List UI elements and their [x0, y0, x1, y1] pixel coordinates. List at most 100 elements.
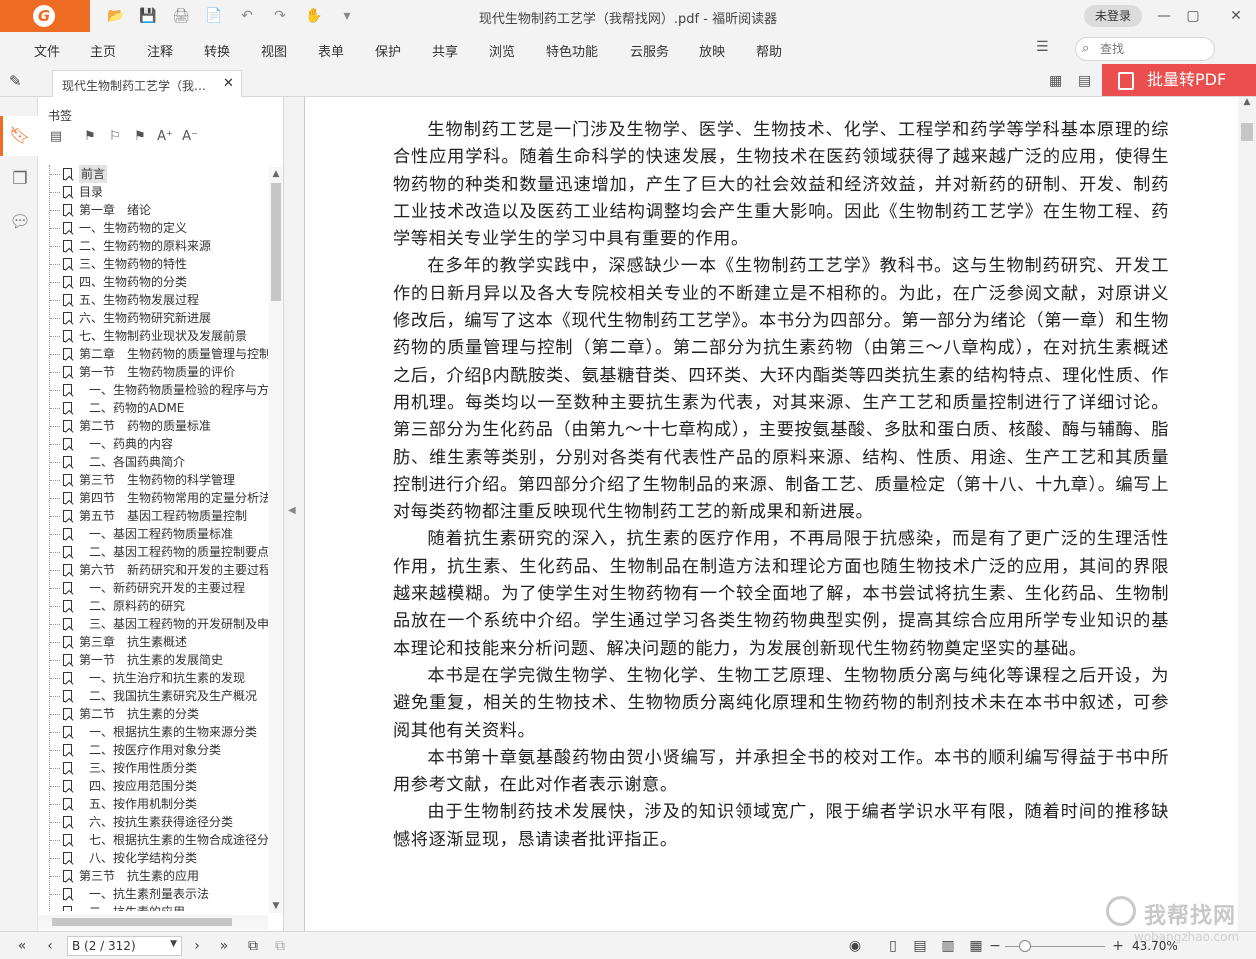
prev-page-icon[interactable]: ‹: [40, 936, 60, 956]
status-bar: « ‹ ▼ › » ⧉ ⧉ ◉ ▯ ▤ ▥ ▦ − + 43.70%: [0, 931, 1256, 959]
menu-view[interactable]: 视图: [261, 41, 287, 60]
next-page-icon[interactable]: ›: [187, 936, 207, 956]
search-input[interactable]: [1100, 41, 1206, 57]
collapse-panel-icon[interactable]: ◀: [288, 505, 296, 516]
menu-file[interactable]: 文件: [34, 41, 60, 60]
bookmark-add-child-icon[interactable]: ⚐: [106, 128, 124, 146]
tree-connector: [50, 192, 60, 193]
minimize-icon[interactable]: —: [1151, 4, 1177, 28]
tree-connector: [50, 264, 60, 265]
bookmark-label: 第三节 生物药物的科学管理: [79, 473, 236, 487]
first-page-icon[interactable]: «: [12, 936, 32, 956]
tree-connector: [50, 696, 60, 697]
menu-share[interactable]: 共享: [432, 41, 458, 60]
menu-home[interactable]: 主页: [90, 41, 116, 60]
zoom-out-icon[interactable]: −: [985, 936, 1005, 956]
bookmark-icon: [63, 384, 72, 396]
menu-form[interactable]: 表单: [318, 41, 344, 60]
bookmark-label: 五、生物药物发展过程: [79, 293, 200, 307]
increase-font-icon[interactable]: A⁺: [156, 128, 174, 146]
bookmark-scroll-thumb[interactable]: [271, 183, 281, 301]
tree-connector: [50, 624, 60, 625]
bookmark-options-icon[interactable]: ▤: [47, 128, 65, 146]
page-selector[interactable]: ▼: [67, 936, 182, 956]
next-view-icon[interactable]: ⧉: [270, 936, 290, 956]
continuous-page-icon[interactable]: ▤: [910, 936, 930, 956]
menu-browse[interactable]: 浏览: [489, 41, 515, 60]
bookmark-icon: [63, 456, 72, 468]
menu-features[interactable]: 特色功能: [546, 41, 598, 60]
document-paragraph: 由于生物制药技术发展快，涉及的知识领域宽广，限于编者学识水平有限，随着时间的推移…: [393, 802, 1169, 850]
undo-icon[interactable]: ↶: [237, 6, 257, 26]
menu-comment[interactable]: 注释: [147, 41, 173, 60]
open-icon[interactable]: 📂: [106, 6, 126, 26]
delete-bookmark-icon[interactable]: ⚑: [131, 128, 149, 146]
bookmark-label: 二、药物的ADME: [89, 401, 185, 415]
find-options-icon[interactable]: ☰: [1036, 39, 1049, 55]
bookmark-icon: [63, 690, 72, 702]
page-number-input[interactable]: [72, 938, 166, 954]
scroll-up-icon[interactable]: ▲: [269, 167, 283, 181]
zoom-slider-knob[interactable]: [1019, 940, 1031, 952]
menu-protect[interactable]: 保护: [375, 41, 401, 60]
comments-panel-icon[interactable]: 💬︎: [8, 210, 32, 234]
hand-tool-icon[interactable]: ✋: [304, 6, 324, 26]
redo-icon[interactable]: ↷: [270, 6, 290, 26]
menu-slideshow[interactable]: 放映: [699, 41, 725, 60]
document-viewer[interactable]: 生物制药工艺是一门涉及生物学、医学、生物技术、化学、工程学和药学等学科基本原理的…: [304, 97, 1238, 931]
bookmark-hscroll-thumb[interactable]: [52, 918, 232, 926]
panel-splitter[interactable]: ◀: [284, 97, 304, 931]
reflow-icon[interactable]: ▤: [1078, 73, 1091, 89]
close-window-icon[interactable]: ✕: [1223, 4, 1249, 28]
left-rail: 🔖︎ ❐ 💬︎: [0, 97, 38, 931]
menu-cloud[interactable]: 云服务: [630, 41, 669, 60]
bookmark-label: 第六节 新药研究和开发的主要过程: [79, 563, 268, 577]
document-scroll-thumb[interactable]: [1241, 123, 1253, 141]
bookmark-label: 第五节 基因工程药物质量控制: [79, 509, 248, 523]
bookmark-label: 一、抗生素剂量表示法: [89, 887, 210, 901]
menu-help[interactable]: 帮助: [756, 41, 782, 60]
grid-view-icon[interactable]: ▦: [1049, 73, 1062, 89]
decrease-font-icon[interactable]: A⁻: [181, 128, 199, 146]
bookmark-hscrollbar[interactable]: [38, 915, 268, 929]
login-button[interactable]: 未登录: [1084, 5, 1142, 27]
tree-connector: [50, 480, 60, 481]
document-scrollbar[interactable]: ▲: [1238, 97, 1256, 931]
tree-connector: [50, 372, 60, 373]
document-paragraph: 本书是在学完微生物学、生物化学、生物工艺原理、生物物质分离与纯化等课程之后开设，…: [393, 665, 1169, 741]
doc-scroll-up-icon[interactable]: ▲: [1241, 97, 1253, 107]
bookmark-icon: [63, 708, 72, 720]
read-mode-icon[interactable]: ◉: [845, 936, 865, 956]
single-page-icon[interactable]: ▯: [883, 936, 903, 956]
document-tab[interactable]: 现代生物制药工艺学（我… ✕: [52, 70, 242, 97]
close-tab-icon[interactable]: ✕: [223, 76, 234, 91]
bookmark-label: 二、各国药典简介: [89, 455, 186, 469]
bookmark-label: 第四节 生物药物常用的定量分析法: [79, 491, 268, 505]
scroll-down-icon[interactable]: ▼: [269, 899, 283, 913]
restore-icon[interactable]: ▢: [1180, 4, 1206, 28]
continuous-facing-icon[interactable]: ▦: [966, 936, 986, 956]
edit-icon[interactable]: ✎: [9, 72, 22, 90]
batch-convert-banner[interactable]: 批量转PDF: [1102, 64, 1256, 96]
customize-toolbar-icon[interactable]: ▾: [337, 6, 357, 26]
menu-convert[interactable]: 转换: [204, 41, 230, 60]
tree-connector: [50, 318, 60, 319]
previous-view-icon[interactable]: ⧉: [243, 936, 263, 956]
bookmark-panel-icon[interactable]: 🔖︎: [8, 124, 32, 148]
add-bookmark-icon[interactable]: ⚑: [81, 128, 99, 146]
search-field[interactable]: ⌕: [1075, 37, 1215, 61]
new-doc-icon[interactable]: 📄: [204, 6, 224, 26]
save-icon[interactable]: 💾: [138, 6, 158, 26]
bookmark-icon: [63, 168, 72, 180]
bookmark-icon: [63, 834, 72, 846]
app-logo[interactable]: G: [0, 0, 90, 32]
bookmark-label: 一、生物药物质量检验的程序与方: [89, 383, 268, 397]
page-dropdown-icon[interactable]: ▼: [170, 939, 177, 949]
pages-panel-icon[interactable]: ❐: [8, 167, 32, 191]
bookmark-icon: [63, 186, 72, 198]
document-tab-title: 现代生物制药工艺学（我…: [62, 79, 207, 93]
print-icon[interactable]: 🖨: [171, 6, 191, 26]
last-page-icon[interactable]: »: [214, 936, 234, 956]
facing-page-icon[interactable]: ▥: [938, 936, 958, 956]
bookmark-scrollbar[interactable]: ▲ ▼: [269, 167, 283, 913]
